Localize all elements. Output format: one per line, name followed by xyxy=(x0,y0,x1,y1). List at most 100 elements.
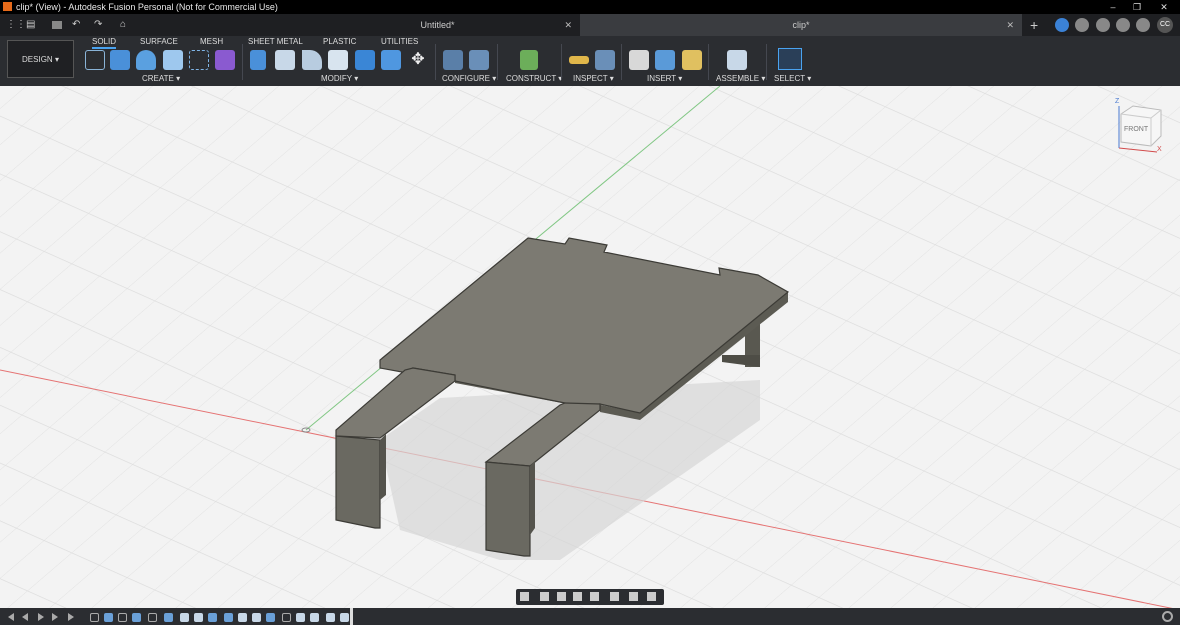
go-to-start-icon[interactable] xyxy=(8,613,14,621)
timeline-feature[interactable] xyxy=(164,613,173,622)
divider xyxy=(708,44,709,80)
tab-plastic[interactable]: PLASTIC xyxy=(323,37,356,46)
close-tab-icon[interactable]: ✕ xyxy=(1006,14,1014,36)
timeline-feature[interactable] xyxy=(224,613,233,622)
grid-settings-icon[interactable] xyxy=(629,592,638,601)
canvas-viewport[interactable]: Z X FRONT xyxy=(0,86,1180,608)
timeline-feature[interactable] xyxy=(310,613,319,622)
help-icon[interactable] xyxy=(1136,18,1150,32)
insert-mcmaster-icon[interactable] xyxy=(682,50,702,70)
pattern-icon[interactable] xyxy=(189,50,209,70)
redo-icon[interactable]: ↷ xyxy=(94,14,102,36)
group-inspect[interactable]: INSPECT ▾ xyxy=(573,74,614,83)
offset-plane-icon[interactable] xyxy=(520,50,538,70)
group-modify[interactable]: MODIFY ▾ xyxy=(321,74,358,83)
extrude-icon[interactable] xyxy=(110,50,130,70)
revolve-icon[interactable] xyxy=(136,50,156,70)
tab-utilities[interactable]: UTILITIES xyxy=(381,37,418,46)
step-forward-icon[interactable] xyxy=(52,613,58,621)
save-icon[interactable] xyxy=(52,21,62,29)
tab-mesh[interactable]: MESH xyxy=(200,37,223,46)
file-menu-icon[interactable]: ▤ xyxy=(26,14,35,36)
fit-icon[interactable] xyxy=(590,592,599,601)
close-window-button[interactable]: ✕ xyxy=(1152,0,1176,14)
divider xyxy=(497,44,498,80)
go-to-end-icon[interactable] xyxy=(68,613,74,621)
timeline-feature[interactable] xyxy=(132,613,141,622)
timeline-feature[interactable] xyxy=(208,613,217,622)
home-icon[interactable]: ⌂ xyxy=(120,14,126,36)
configuration-table-icon[interactable] xyxy=(469,50,489,70)
group-create[interactable]: CREATE ▾ xyxy=(142,74,180,83)
model-right-prong-side xyxy=(530,461,535,535)
viewcube-front-face[interactable]: FRONT xyxy=(1124,126,1148,133)
move-icon[interactable]: ✥ xyxy=(408,50,428,70)
group-insert[interactable]: INSERT ▾ xyxy=(647,74,682,83)
gear-icon[interactable] xyxy=(1162,611,1173,622)
avatar[interactable]: CC xyxy=(1157,17,1173,33)
extensions-icon[interactable] xyxy=(1116,18,1130,32)
look-at-icon[interactable] xyxy=(540,592,549,601)
close-tab-icon[interactable]: ✕ xyxy=(564,14,572,36)
tab-solid[interactable]: SOLID xyxy=(92,37,117,49)
timeline-feature[interactable] xyxy=(118,613,127,622)
measure-icon[interactable] xyxy=(569,56,589,64)
step-back-icon[interactable] xyxy=(22,613,28,621)
timeline-feature[interactable] xyxy=(252,613,261,622)
timeline-feature[interactable] xyxy=(148,613,157,622)
zoom-icon[interactable] xyxy=(573,592,582,601)
combine-icon[interactable] xyxy=(355,50,375,70)
create-sketch-icon[interactable] xyxy=(85,50,105,70)
pan-icon[interactable] xyxy=(557,592,566,601)
new-component-icon[interactable] xyxy=(727,50,747,70)
play-icon[interactable] xyxy=(38,613,44,621)
timeline-feature[interactable] xyxy=(266,613,275,622)
timeline-feature[interactable] xyxy=(180,613,189,622)
divider xyxy=(435,44,436,80)
group-construct[interactable]: CONSTRUCT ▾ xyxy=(506,74,562,83)
tab-clip[interactable]: clip* ✕ xyxy=(580,14,1022,36)
toolbar: DESIGN ▾ SOLID SURFACE MESH SHEET METAL … xyxy=(0,36,1180,86)
divider xyxy=(766,44,767,80)
workspace-switcher[interactable]: DESIGN ▾ xyxy=(7,40,74,78)
data-panel-icon[interactable] xyxy=(1075,18,1089,32)
configure-icon[interactable] xyxy=(443,50,463,70)
timeline-feature[interactable] xyxy=(326,613,335,622)
restore-button[interactable]: ❐ xyxy=(1125,0,1149,14)
viewcube[interactable]: Z X FRONT xyxy=(1113,98,1165,161)
notifications-icon[interactable] xyxy=(1096,18,1110,32)
timeline-feature[interactable] xyxy=(104,613,113,622)
timeline-feature[interactable] xyxy=(238,613,247,622)
create-form-icon[interactable] xyxy=(215,50,235,70)
job-status-icon[interactable] xyxy=(1055,18,1069,32)
shell-icon[interactable] xyxy=(328,50,348,70)
tab-untitled[interactable]: Untitled* ✕ xyxy=(295,14,580,36)
fillet-icon[interactable] xyxy=(275,50,295,70)
undo-icon[interactable]: ↶ xyxy=(72,14,80,36)
select-tool-icon[interactable] xyxy=(778,48,802,70)
timeline-feature[interactable] xyxy=(296,613,305,622)
new-tab-button[interactable]: + xyxy=(1030,14,1038,36)
app-grid-icon[interactable]: ⋮⋮ xyxy=(6,14,26,36)
group-assemble[interactable]: ASSEMBLE ▾ xyxy=(716,74,765,83)
minimize-button[interactable]: – xyxy=(1101,0,1125,14)
insert-derive-icon[interactable] xyxy=(629,50,649,70)
tab-surface[interactable]: SURFACE xyxy=(140,37,178,46)
section-analysis-icon[interactable] xyxy=(595,50,615,70)
orbit-icon[interactable] xyxy=(520,592,529,601)
chamfer-icon[interactable] xyxy=(302,50,322,70)
split-body-icon[interactable] xyxy=(381,50,401,70)
press-pull-icon[interactable] xyxy=(250,50,266,70)
group-select[interactable]: SELECT ▾ xyxy=(774,74,811,83)
timeline-feature[interactable] xyxy=(282,613,291,622)
insert-canvas-icon[interactable] xyxy=(655,50,675,70)
tab-sheet-metal[interactable]: SHEET METAL xyxy=(248,37,303,46)
hole-icon[interactable] xyxy=(163,50,183,70)
group-configure[interactable]: CONFIGURE ▾ xyxy=(442,74,496,83)
timeline-marker[interactable] xyxy=(350,608,353,625)
display-settings-icon[interactable] xyxy=(610,592,619,601)
timeline-feature[interactable] xyxy=(194,613,203,622)
timeline-feature[interactable] xyxy=(90,613,99,622)
viewports-icon[interactable] xyxy=(647,592,656,601)
timeline-feature[interactable] xyxy=(340,613,349,622)
